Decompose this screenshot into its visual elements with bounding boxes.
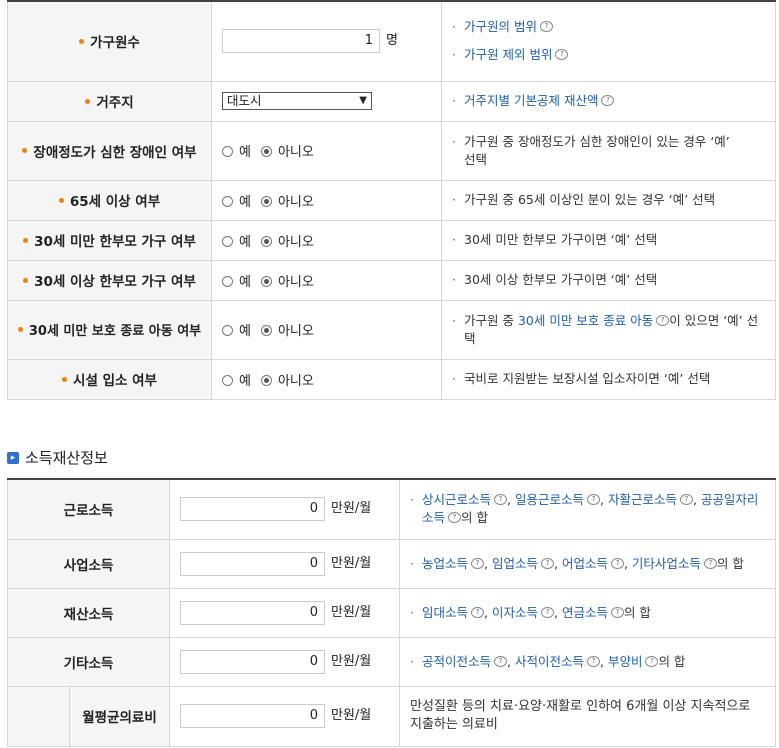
medical-cost-input[interactable]: 0: [180, 704, 325, 728]
bullet-dot-icon: [17, 327, 23, 332]
link-forest-income[interactable]: 임업소득: [492, 556, 538, 571]
help-icon[interactable]: ?: [586, 655, 600, 667]
link-farm-income[interactable]: 농업소득: [422, 556, 468, 571]
help-icon[interactable]: ?: [601, 95, 615, 106]
row-label-members: 가구원수: [7, 0, 212, 82]
radio-single-over30-yes[interactable]: [222, 275, 233, 287]
residence-select[interactable]: 대도시 ▼: [222, 92, 372, 110]
bullet-dot-icon: [22, 148, 28, 153]
income-info-table: 근로소득 0 만원/월 · 상시근로소득?, 일용근로소득?, 자활근로소득?, 공…: [7, 478, 776, 747]
note-single-under30: 30세 미만 한부모 가구이면 ‘예’ 선택: [464, 232, 658, 247]
help-icon[interactable]: ?: [539, 21, 553, 33]
help-icon[interactable]: ?: [555, 49, 569, 61]
note-facility: 국비로 지원받는 보장시설 입소자이면 ‘예’ 선택: [464, 371, 711, 386]
note-single-over30: 30세 이상 한부모 가구이면 ‘예’ 선택: [464, 272, 658, 287]
row-indent-spacer: [7, 685, 70, 747]
household-info-table: 가구원수 1명 · 가구원의 범위? · 가구원 제외 범위? 거주지 대도시 ▼ ·…: [7, 0, 776, 400]
bullet-dot-icon: [79, 38, 85, 44]
link-other-business-income[interactable]: 기타사업소득: [632, 556, 701, 571]
radio-facility-yes[interactable]: [222, 374, 233, 386]
link-care-end[interactable]: 30세 미만 보호 종료 아동: [518, 313, 653, 328]
row-label-care-end: 30세 미만 보호 종료 아동 여부: [7, 299, 212, 360]
chevron-down-icon: ▼: [359, 95, 367, 106]
radio-single-under30-no[interactable]: [260, 235, 272, 247]
business-income-input[interactable]: 0: [180, 551, 325, 576]
link-regular-work-income[interactable]: 상시근로소득: [422, 492, 491, 507]
radio-care-end-no[interactable]: [260, 325, 272, 336]
link-interest-income[interactable]: 이자소득: [492, 605, 538, 620]
help-icon[interactable]: ?: [703, 557, 717, 569]
section-marker-icon: ▸: [7, 451, 19, 464]
row-label-property: 재산소득: [7, 587, 170, 638]
bullet-dot-icon: [62, 376, 68, 382]
other-income-input[interactable]: 0: [180, 649, 325, 674]
row-label-other: 기타소득: [7, 636, 170, 687]
row-label-facility: 시설 입소 여부: [7, 358, 212, 400]
note-earned: 상시근로소득?, 일용근로소득?, 자활근로소득?, 공공일자리소득? 의 합: [422, 492, 759, 526]
link-rent-income[interactable]: 임대소득: [422, 605, 468, 620]
row-label-residence: 거주지: [7, 80, 212, 122]
help-icon[interactable]: ?: [471, 557, 485, 569]
radio-facility-no[interactable]: [260, 374, 272, 386]
link-daily-work-income[interactable]: 일용근로소득: [515, 492, 584, 507]
radio-single-under30-yes[interactable]: [222, 235, 233, 247]
link-member-exclusion[interactable]: 가구원 제외 범위: [464, 47, 552, 62]
help-icon[interactable]: ?: [610, 606, 624, 618]
radio-age65-no[interactable]: [260, 195, 272, 207]
help-icon[interactable]: ?: [679, 494, 693, 506]
link-support-cost[interactable]: 부양비: [608, 654, 643, 669]
help-icon[interactable]: ?: [448, 512, 462, 524]
link-private-transfer-income[interactable]: 사적이전소득: [515, 654, 584, 669]
property-income-input[interactable]: 0: [180, 600, 325, 625]
row-label-medical: 월평균의료비: [69, 685, 170, 747]
help-icon[interactable]: ?: [610, 557, 624, 569]
help-icon[interactable]: ?: [540, 557, 554, 569]
link-pension-income[interactable]: 연금소득: [562, 605, 608, 620]
members-input[interactable]: 1: [222, 29, 380, 54]
row-label-disabled: 장애정도가 심한 장애인 여부: [7, 120, 212, 181]
radio-disabled-yes[interactable]: [222, 146, 233, 157]
radio-single-over30-no[interactable]: [260, 275, 272, 287]
link-member-range[interactable]: 가구원의 범위: [464, 19, 537, 34]
note-disabled: 가구원 중 장애정도가 심한 장애인이 있는 경우 ‘예’ 선택: [464, 133, 730, 167]
help-icon[interactable]: ?: [586, 494, 600, 506]
help-icon[interactable]: ?: [471, 606, 485, 618]
radio-disabled-no[interactable]: [260, 146, 272, 157]
note-age65: 가구원 중 65세 이상인 분이 있는 경우 ‘예’ 선택: [464, 192, 716, 207]
row-label-business: 사업소득: [7, 538, 170, 589]
earned-income-input[interactable]: 0: [180, 497, 325, 522]
link-public-transfer-income[interactable]: 공적이전소득: [422, 654, 491, 669]
help-icon[interactable]: ?: [494, 494, 508, 506]
radio-age65-yes[interactable]: [222, 195, 233, 207]
section-title-income: ▸ 소득재산정보: [7, 447, 108, 468]
row-label-earned: 근로소득: [7, 478, 170, 540]
row-label-single-over30: 30세 이상 한부모 가구 여부: [7, 259, 212, 301]
link-self-support-income[interactable]: 자활근로소득: [608, 492, 677, 507]
bullet-dot-icon: [23, 237, 29, 243]
help-icon[interactable]: ?: [645, 655, 659, 667]
help-icon[interactable]: ?: [656, 314, 670, 326]
help-icon[interactable]: ?: [494, 655, 508, 667]
row-label-age65: 65세 이상 여부: [7, 179, 212, 221]
note-medical: 만성질환 등의 치료·요양·재활로 인하여 6개월 이상 지속적으로 지출하는 …: [410, 699, 751, 732]
help-icon[interactable]: ?: [540, 606, 554, 618]
members-unit: 명: [386, 33, 398, 49]
radio-care-end-yes[interactable]: [222, 325, 233, 336]
link-fishery-income[interactable]: 어업소득: [562, 556, 608, 571]
note-care-end: 가구원 중 30세 미만 보호 종료 아동? 이 있으면 ‘예’ 선택: [464, 312, 759, 346]
row-label-single-under30: 30세 미만 한부모 가구 여부: [7, 219, 212, 261]
link-residence-deduction[interactable]: 거주지별 기본공제 재산액: [464, 93, 598, 108]
bullet-dot-icon: [85, 98, 91, 104]
bullet-dot-icon: [23, 277, 29, 283]
bullet-dot-icon: [58, 197, 64, 203]
